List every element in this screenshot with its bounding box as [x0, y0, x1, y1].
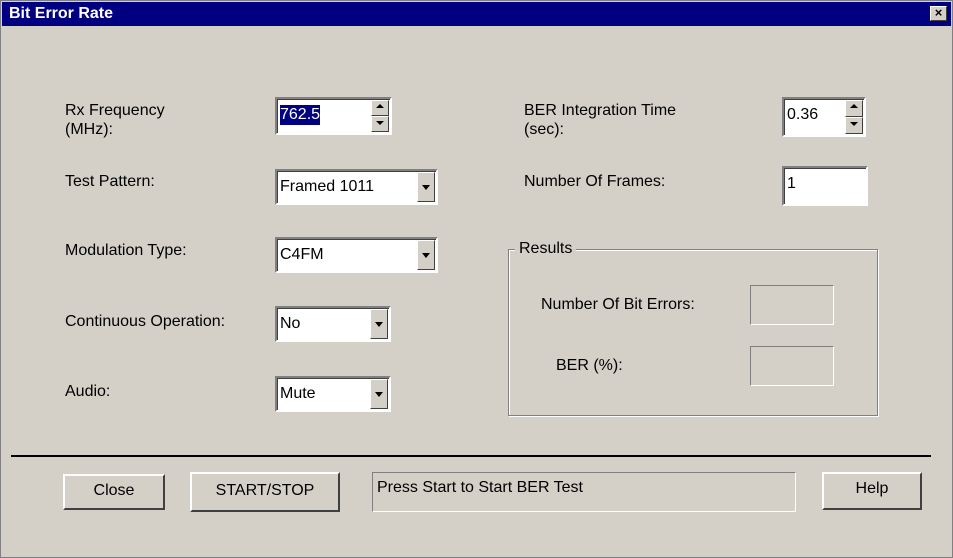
ber-integration-time-up-button[interactable]	[845, 100, 863, 117]
number-of-frames-label: Number Of Frames:	[524, 173, 666, 190]
continuous-operation-select[interactable]: No	[275, 306, 391, 342]
arrow-up-icon	[850, 104, 858, 108]
start-stop-button[interactable]: START/STOP	[190, 472, 340, 512]
arrow-down-icon	[376, 121, 384, 125]
rx-frequency-label: Rx Frequency	[65, 102, 165, 119]
ber-integration-time-spin-buttons	[845, 100, 863, 134]
close-button[interactable]: Close	[63, 474, 165, 510]
modulation-type-dropdown-button[interactable]	[417, 240, 435, 270]
arrow-up-icon	[376, 104, 384, 108]
rx-frequency-up-button[interactable]	[371, 100, 389, 116]
continuous-operation-value: No	[280, 315, 301, 332]
test-pattern-select[interactable]: Framed 1011	[275, 169, 438, 205]
test-pattern-dropdown-button[interactable]	[417, 172, 435, 202]
ber-percent-label: BER (%):	[556, 357, 623, 374]
close-icon[interactable]: ×	[930, 6, 947, 21]
test-pattern-label: Test Pattern:	[65, 173, 155, 190]
chevron-down-icon	[375, 392, 383, 397]
title-bar[interactable]: Bit Error Rate ×	[2, 2, 951, 26]
number-of-frames-value[interactable]: 1	[787, 174, 796, 194]
continuous-operation-dropdown-button[interactable]	[370, 309, 388, 339]
audio-value: Mute	[280, 385, 316, 402]
results-group-title: Results	[515, 239, 577, 259]
audio-dropdown-button[interactable]	[370, 379, 388, 409]
rx-frequency-unit-label: (MHz):	[65, 121, 113, 138]
continuous-operation-label: Continuous Operation:	[65, 313, 226, 330]
test-pattern-value: Framed 1011	[280, 178, 374, 195]
results-group	[508, 249, 878, 416]
ber-percent-output	[750, 346, 834, 386]
ber-integration-time-label: BER Integration Time	[524, 102, 677, 119]
rx-frequency-spinner[interactable]: 762.5	[275, 97, 392, 135]
bit-errors-output	[750, 285, 834, 325]
modulation-type-select[interactable]: C4FM	[275, 237, 438, 273]
chevron-down-icon	[422, 185, 430, 190]
ber-integration-time-spinner[interactable]: 0.36	[782, 97, 866, 137]
status-bar: Press Start to Start BER Test	[372, 472, 796, 512]
ber-integration-time-down-button[interactable]	[845, 117, 863, 134]
chevron-down-icon	[422, 253, 430, 258]
rx-frequency-spin-buttons	[371, 100, 389, 132]
audio-label: Audio:	[65, 383, 111, 400]
audio-select[interactable]: Mute	[275, 376, 391, 412]
modulation-type-label: Modulation Type:	[65, 242, 187, 259]
bit-error-rate-dialog: Bit Error Rate × Rx Frequency (MHz): 762…	[0, 0, 953, 558]
rx-frequency-down-button[interactable]	[371, 116, 389, 132]
arrow-down-icon	[850, 122, 858, 126]
window-title: Bit Error Rate	[9, 5, 114, 22]
footer-divider	[11, 455, 931, 457]
rx-frequency-input[interactable]: 762.5	[280, 105, 321, 125]
ber-integration-time-input[interactable]: 0.36	[787, 105, 818, 125]
bit-errors-label: Number Of Bit Errors:	[541, 296, 695, 313]
modulation-type-value: C4FM	[280, 246, 324, 263]
help-button[interactable]: Help	[822, 472, 922, 510]
number-of-frames-input[interactable]: 1	[782, 166, 868, 206]
ber-integration-time-unit-label: (sec):	[524, 121, 564, 138]
chevron-down-icon	[375, 322, 383, 327]
status-text: Press Start to Start BER Test	[377, 479, 583, 496]
